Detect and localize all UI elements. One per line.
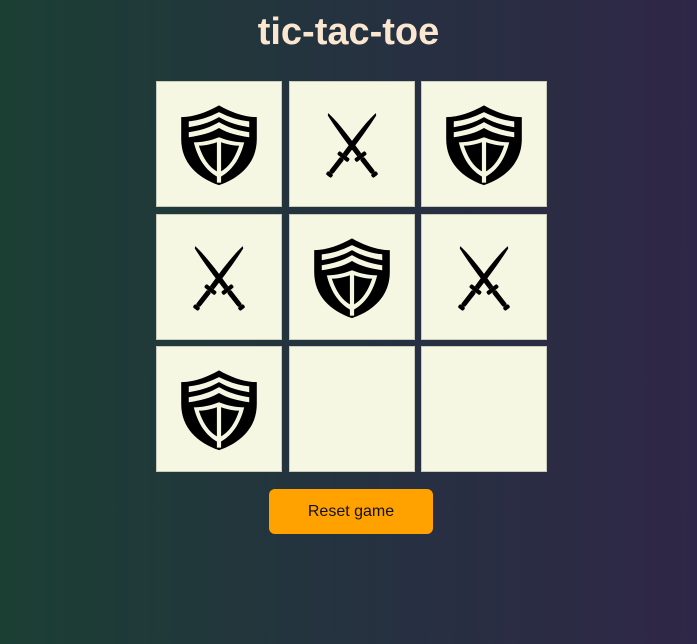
board-cell-r2-c3[interactable] [421,213,547,340]
shield-icon [442,102,526,186]
board-cell-r2-c2[interactable] [288,213,415,340]
page-title: tic-tac-toe [257,11,440,53]
game-board [156,81,547,472]
crossed-swords-icon [310,102,394,186]
shield-icon [177,367,261,451]
shield-icon [177,102,261,186]
board-cell-r1-c2[interactable] [288,81,415,207]
board-cell-r3-c3[interactable] [421,346,547,472]
shield-icon [310,235,394,319]
board-cell-r3-c1[interactable] [156,346,282,472]
board-cell-r1-c3[interactable] [421,81,547,207]
board-cell-r2-c1[interactable] [156,213,282,340]
reset-game-button[interactable]: Reset game [269,489,433,534]
crossed-swords-icon [177,235,261,319]
crossed-swords-icon [442,235,526,319]
board-cell-r3-c2[interactable] [288,346,415,472]
board-cell-r1-c1[interactable] [156,81,282,207]
